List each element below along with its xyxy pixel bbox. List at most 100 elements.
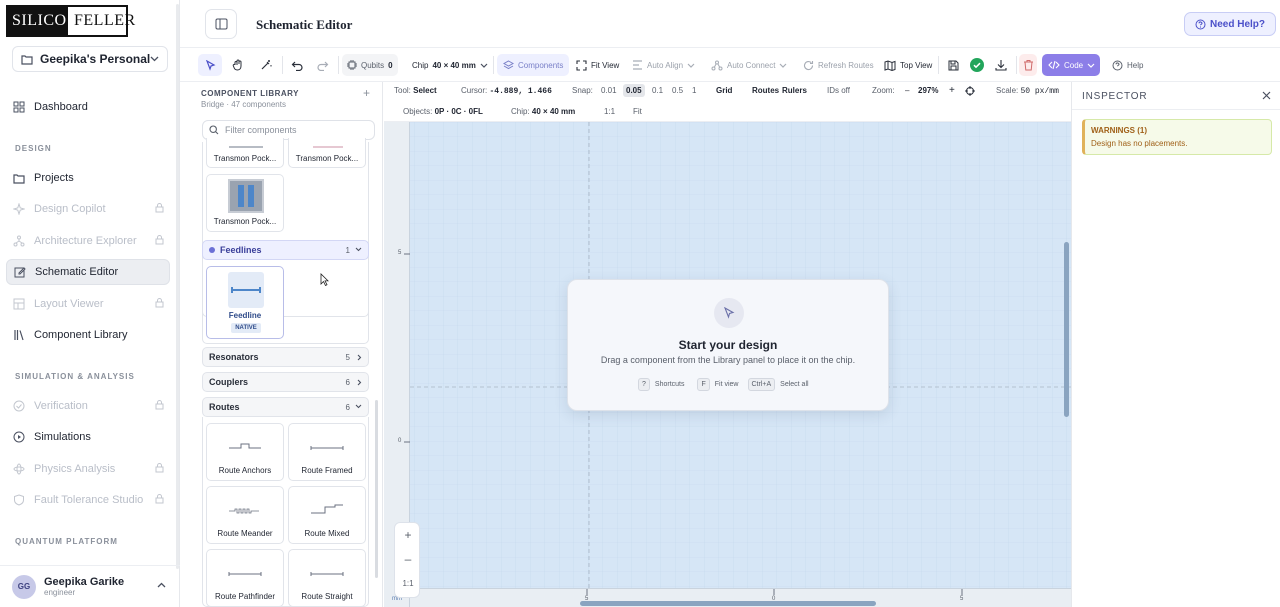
component-card-feedline[interactable]: Feedline NATIVE [206,266,284,339]
user-menu[interactable]: GG Geepika Garike engineer [0,565,180,607]
add-component-button[interactable]: + [363,86,370,100]
filter-components-input[interactable]: Filter components [202,120,375,140]
canvas-vertical-scrollbar[interactable] [1064,242,1069,417]
zoom-reset-button[interactable]: 1:1 [395,579,421,588]
top-view-button[interactable]: Top View [882,54,934,76]
component-card[interactable]: Transmon Pock... [288,138,366,168]
download-icon [995,59,1007,71]
redo-icon [317,60,329,71]
nav-simulations[interactable]: Simulations [6,424,170,450]
close-icon[interactable] [1262,91,1271,100]
snap-option[interactable]: 1 [690,84,698,97]
component-label: Feedline [228,311,262,320]
connect-icon [711,60,723,71]
zoom-in-button[interactable]: + [949,85,955,96]
help-label: Help [1127,60,1144,70]
zoom-one-to-one-button[interactable]: 1:1 [604,107,615,116]
components-button[interactable]: Components [497,54,570,76]
pan-tool-button[interactable] [226,54,250,76]
component-card-route-straight[interactable]: Route Straight [288,549,366,607]
fit-view-button[interactable]: Fit View [574,54,621,76]
library-icon [12,328,26,342]
workspace-selector[interactable]: Geepika's Personal ... [12,46,168,72]
component-card[interactable]: Transmon Pock... [206,138,284,168]
nav-projects[interactable]: Projects [6,165,170,191]
code-button[interactable]: Code [1042,54,1100,76]
category-routes[interactable]: Routes 6 [202,397,369,417]
canvas-horizontal-scrollbar[interactable] [580,601,876,606]
component-card-route-pathfinder[interactable]: Route Pathfinder [206,549,284,607]
zoom-out-button[interactable]: – [905,86,909,95]
zoom-controls: + – 1:1 [394,522,420,598]
chevron-down-icon [150,56,159,62]
redo-button[interactable] [312,54,334,76]
save-button[interactable] [944,54,962,76]
auto-align-button[interactable]: Auto Align [630,54,697,76]
need-help-button[interactable]: Need Help? [1184,12,1276,36]
nav-fault-tolerance-studio[interactable]: Fault Tolerance Studio [6,487,170,513]
rulers-toggle[interactable]: Rulers [782,86,807,95]
component-label: Transmon Pock... [213,217,277,226]
refresh-icon [803,60,814,71]
nav-component-library[interactable]: Component Library [6,322,170,348]
validate-button[interactable] [968,54,986,76]
category-resonators[interactable]: Resonators 5 [202,347,369,367]
auto-connect-button[interactable]: Auto Connect [709,54,789,76]
crosshair-icon[interactable] [965,86,975,96]
brand-logo[interactable]: SILICO FELLER [6,5,135,37]
zoom-out-button[interactable]: – [395,552,421,566]
refresh-routes-button[interactable]: Refresh Routes [801,54,876,76]
nav-verification[interactable]: Verification [6,393,170,419]
chip-label: Chip [412,60,429,70]
shortcut-key: F [697,378,710,391]
nav-architecture-explorer[interactable]: Architecture Explorer [6,228,170,254]
category-label: Feedlines [220,245,262,255]
snap-option[interactable]: 0.5 [670,84,685,97]
component-card-route-anchors[interactable]: Route Anchors [206,423,284,481]
undo-button[interactable] [286,54,308,76]
nav-label: Design Copilot [34,203,106,215]
grid-icon [12,100,26,114]
component-card[interactable]: Transmon Pock... [206,174,284,232]
chip-size-select[interactable]: Chip 40 × 40 mm [408,54,492,76]
category-label: Routes [209,402,240,412]
shortcut-label: Shortcuts [654,381,685,388]
download-button[interactable] [992,54,1010,76]
delete-button[interactable] [1019,54,1037,76]
sidebar-scrollbar[interactable] [176,4,179,569]
snap-option-selected[interactable]: 0.05 [623,84,645,97]
nav-layout-viewer[interactable]: Layout Viewer [6,291,170,317]
need-help-label: Need Help? [1209,18,1265,30]
category-couplers[interactable]: Couplers 6 [202,372,369,392]
routes-toggle[interactable]: Routes [752,86,779,95]
magic-wand-button[interactable] [254,54,278,76]
zoom-in-button[interactable]: + [395,528,421,542]
ids-toggle[interactable]: IDs off [827,86,850,95]
workspace-label: Geepika's Personal ... [40,52,150,66]
warning-message: Design has no placements. [1091,139,1188,148]
category-feedlines[interactable]: Feedlines 1 [202,240,369,260]
nav-schematic-editor[interactable]: Schematic Editor [6,259,170,285]
section-quantum-platform: QUANTUM PLATFORM [15,537,118,546]
help-button[interactable]: Help [1110,54,1145,76]
nav-physics-analysis[interactable]: Physics Analysis [6,456,170,482]
schematic-canvas[interactable]: 5 0 5 0 5 mm Start your design Drag a co… [384,122,1071,607]
component-card-route-meander[interactable]: Route Meander [206,486,284,544]
component-card-route-framed[interactable]: Route Framed [288,423,366,481]
grid-toggle[interactable]: Grid [716,86,732,95]
nav-dashboard[interactable]: Dashboard [6,94,170,120]
nav-design-copilot[interactable]: Design Copilot [6,196,170,222]
snap-option[interactable]: 0.1 [650,84,665,97]
library-scrollbar[interactable] [375,400,378,578]
components-label: Components [518,60,564,70]
folder-icon [21,54,33,65]
select-tool-button[interactable] [198,54,222,76]
transmon-thumbnail [228,179,264,213]
canvas-area: Tool: Select Cursor: -4.889, 1.466 Snap:… [384,82,1071,607]
sidebar-toggle-button[interactable] [205,9,237,39]
hand-icon [232,59,244,71]
component-card-route-mixed[interactable]: Route Mixed [288,486,366,544]
snap-option[interactable]: 0.01 [599,84,619,97]
lock-icon [155,298,164,308]
fit-button[interactable]: Fit [633,107,642,116]
